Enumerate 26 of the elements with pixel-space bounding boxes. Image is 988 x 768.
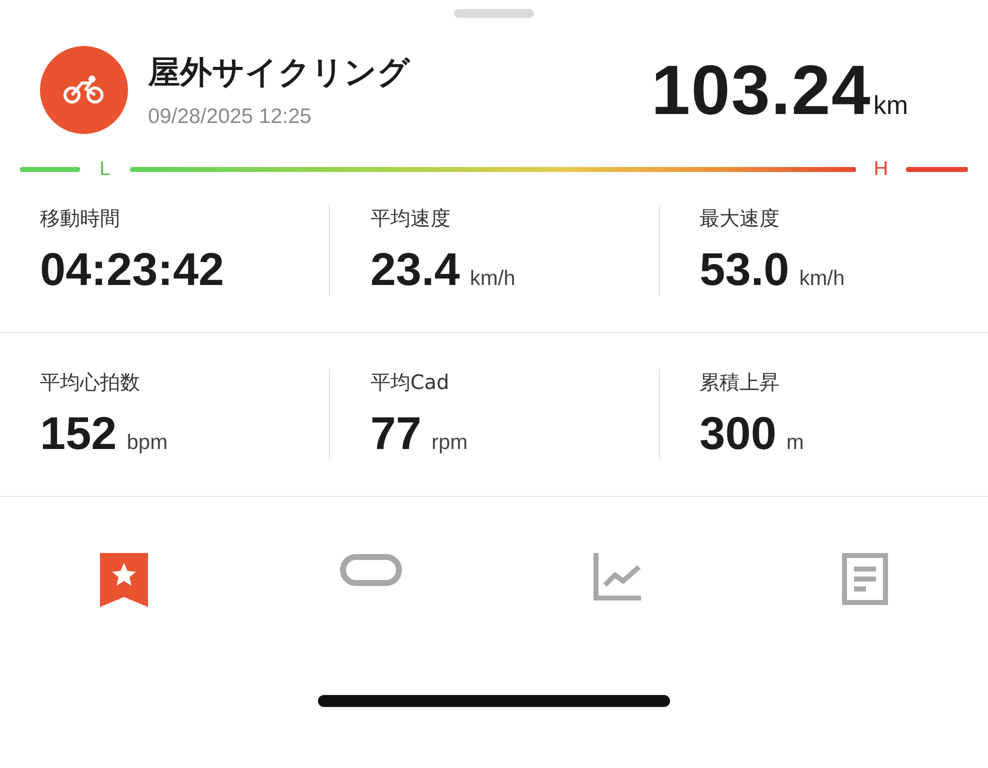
stat-label: 平均速度 [370,205,450,232]
stat-unit: bpm [126,431,168,455]
document-icon[interactable] [842,553,888,607]
stat-value: 04:23:42 [40,242,224,296]
drag-handle[interactable] [454,9,534,18]
stat-value: 53.0 [700,242,790,296]
high-label: H [872,158,890,181]
stat-value: 23.4 [370,242,460,296]
stat-value: 77 [370,406,422,460]
distance-unit: km [873,90,908,121]
stat-unit: rpm [432,431,468,455]
stat-label: 累積上昇 [700,369,780,396]
stat-label: 移動時間 [40,205,120,232]
distance-value: 103.24 [651,50,872,130]
stat-unit: m [786,431,804,455]
stat-unit: km/h [799,267,845,291]
bookmark-star-icon[interactable] [100,553,148,607]
low-label: L [98,158,112,181]
stat-label: 平均Cad [370,369,450,396]
stat-unit: km/h [470,267,516,291]
activity-date: 09/28/2025 12:25 [148,105,312,129]
stat-value: 152 [40,406,117,460]
stat-label: 最大速度 [700,205,780,232]
stat-label: 平均心拍数 [40,369,140,396]
activity-title: 屋外サイクリング [148,52,410,93]
stat-value: 300 [700,406,776,460]
